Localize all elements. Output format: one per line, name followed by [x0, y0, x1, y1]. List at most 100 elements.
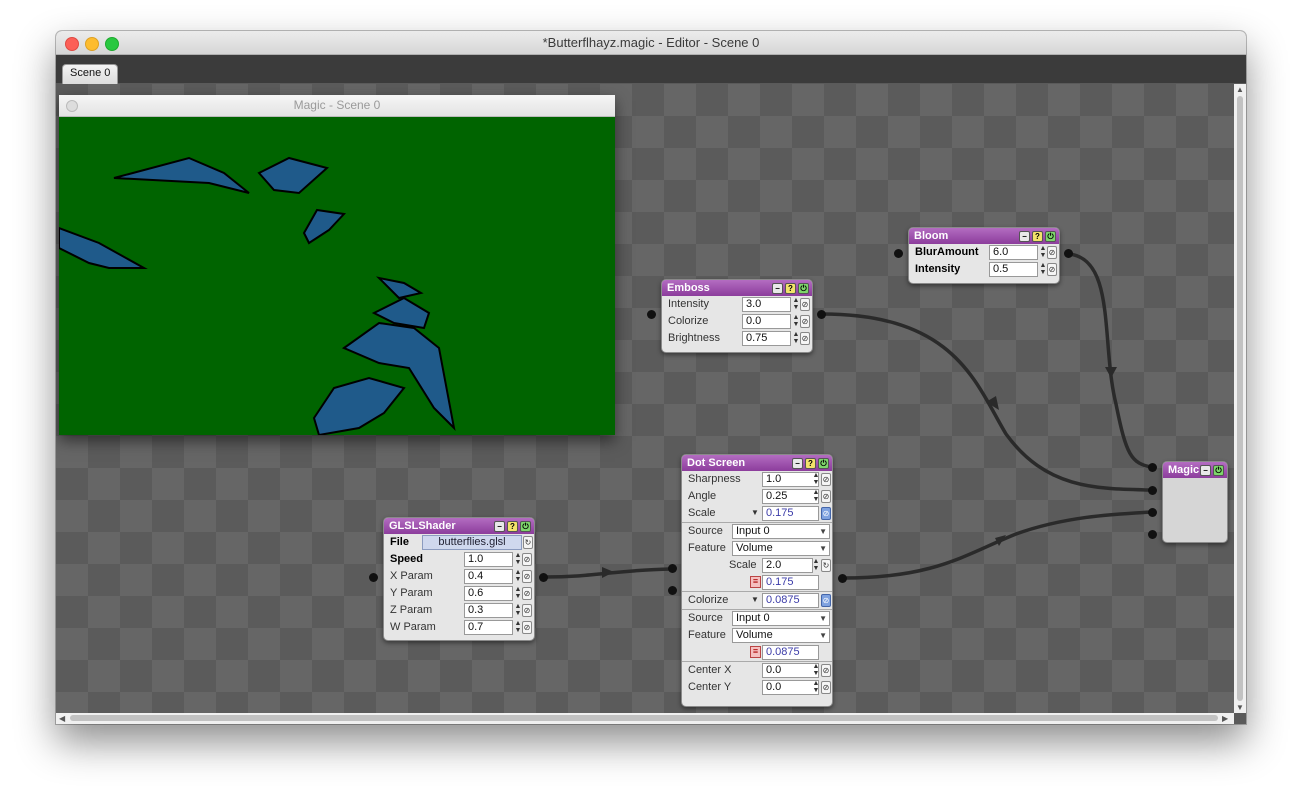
- scale-field[interactable]: 0.175: [762, 506, 819, 521]
- scale-feature-dropdown[interactable]: Volume ▼: [732, 541, 830, 556]
- stepper-icon[interactable]: ▲ ▼: [812, 663, 820, 677]
- link-icon[interactable]: ⊘: [800, 332, 810, 345]
- x-param-field[interactable]: 0.4: [464, 569, 513, 584]
- disclosure-triangle-icon[interactable]: ▼: [751, 508, 759, 517]
- bloom-node-header[interactable]: Bloom −? ⏻: [909, 228, 1059, 244]
- link-icon[interactable]: ⊘: [800, 298, 810, 311]
- magic-input-port[interactable]: [1148, 486, 1157, 495]
- link-icon[interactable]: ⊘: [821, 507, 831, 520]
- sharpness-field[interactable]: 1.0: [762, 472, 819, 487]
- link-icon[interactable]: ⊘: [1047, 246, 1057, 259]
- bloom-node[interactable]: Bloom −? ⏻ BlurAmount 6.0 ▲ ▼ ⊘ Intensity …: [908, 227, 1060, 284]
- magic-input-port[interactable]: [1148, 530, 1157, 539]
- minus-icon[interactable]: −: [792, 458, 803, 469]
- link-icon[interactable]: ⊘: [522, 621, 532, 634]
- scroll-right-icon[interactable]: ▶: [1222, 714, 1228, 723]
- stepper-icon[interactable]: ▲ ▼: [1039, 245, 1047, 259]
- dot-screen-node[interactable]: Dot Screen −? ⏻ Sharpness 1.0 ▲ ▼ ⊘ Angle …: [681, 454, 833, 707]
- magic-node-header[interactable]: Magic − ⏻: [1163, 462, 1227, 478]
- z-param-field[interactable]: 0.3: [464, 603, 513, 618]
- angle-field[interactable]: 0.25: [762, 489, 819, 504]
- link-icon[interactable]: ⊘: [821, 490, 831, 503]
- link-icon[interactable]: ⊘: [522, 604, 532, 617]
- disclosure-triangle-icon[interactable]: ▼: [751, 595, 759, 604]
- horizontal-scrollbar[interactable]: ◀ ▶: [56, 713, 1234, 724]
- power-icon[interactable]: ⏻: [1045, 231, 1056, 242]
- help-icon[interactable]: ?: [507, 521, 518, 532]
- intensity-field[interactable]: 3.0: [742, 297, 791, 312]
- stepper-icon[interactable]: ▲ ▼: [514, 569, 522, 583]
- emboss-input-port[interactable]: [647, 310, 656, 319]
- colorize-field[interactable]: 0.0875: [762, 593, 819, 608]
- emboss-node-header[interactable]: Emboss −? ⏻: [662, 280, 812, 296]
- wire-bloom-magic[interactable]: [1068, 252, 1153, 469]
- link-icon[interactable]: ⊘: [821, 664, 831, 677]
- blur-amount-field[interactable]: 6.0: [989, 245, 1038, 260]
- magic-input-port[interactable]: [1148, 508, 1157, 517]
- w-param-field[interactable]: 0.7: [464, 620, 513, 635]
- colorize-result-field[interactable]: 0.0875: [762, 645, 819, 660]
- y-param-field[interactable]: 0.6: [464, 586, 513, 601]
- scroll-down-icon[interactable]: ▼: [1236, 703, 1244, 712]
- scale-source-dropdown[interactable]: Input 0 ▼: [732, 524, 830, 539]
- help-icon[interactable]: ?: [1032, 231, 1043, 242]
- horizontal-scroll-thumb[interactable]: [70, 715, 1218, 721]
- glslshader-output-port[interactable]: [539, 573, 548, 582]
- link-icon[interactable]: ⊘: [800, 315, 810, 328]
- power-icon[interactable]: ⏻: [798, 283, 809, 294]
- wire-dotscreen-magic[interactable]: [842, 510, 1153, 580]
- expression-icon[interactable]: ≡: [750, 646, 761, 658]
- brightness-field[interactable]: 0.75: [742, 331, 791, 346]
- link-icon[interactable]: ⊘: [522, 553, 532, 566]
- reset-icon[interactable]: ↻: [523, 536, 533, 549]
- dot-screen-node-header[interactable]: Dot Screen −? ⏻: [682, 455, 832, 471]
- dotscreen-input-port[interactable]: [668, 564, 677, 573]
- vertical-scrollbar[interactable]: ▲ ▼: [1234, 84, 1246, 713]
- file-selector[interactable]: butterflies.glsl: [422, 535, 522, 550]
- tab-scene-0[interactable]: Scene 0: [62, 64, 119, 84]
- emboss-node[interactable]: Emboss −? ⏻ Intensity 3.0 ▲ ▼ ⊘ Colorize 0…: [661, 279, 813, 353]
- stepper-icon[interactable]: ▲ ▼: [812, 558, 820, 572]
- intensity-field[interactable]: 0.5: [989, 262, 1038, 277]
- link-icon[interactable]: ⊘: [821, 594, 831, 607]
- glslshader-input-port[interactable]: [369, 573, 378, 582]
- stepper-icon[interactable]: ▲ ▼: [514, 552, 522, 566]
- scroll-left-icon[interactable]: ◀: [59, 714, 65, 723]
- help-icon[interactable]: ?: [785, 283, 796, 294]
- sub-scale-field[interactable]: 2.0: [762, 558, 813, 573]
- node-canvas[interactable]: Magic - Scene 0 Bloom − ? ⏻ BlurAmount 6…: [56, 84, 1234, 713]
- help-icon[interactable]: ?: [805, 458, 816, 469]
- colorize-field[interactable]: 0.0: [742, 314, 791, 329]
- center-y-field[interactable]: 0.0: [762, 680, 819, 695]
- bloom-output-port[interactable]: [1064, 249, 1073, 258]
- minus-icon[interactable]: −: [494, 521, 505, 532]
- stepper-icon[interactable]: ▲ ▼: [812, 680, 820, 694]
- emboss-output-port[interactable]: [817, 310, 826, 319]
- link-icon[interactable]: ⊘: [821, 473, 831, 486]
- link-icon[interactable]: ⊘: [1047, 263, 1057, 276]
- scroll-up-icon[interactable]: ▲: [1236, 85, 1244, 94]
- stepper-icon[interactable]: ▲ ▼: [792, 331, 800, 345]
- link-icon[interactable]: ⊘: [522, 570, 532, 583]
- stepper-icon[interactable]: ▲ ▼: [514, 603, 522, 617]
- dotscreen-output-port[interactable]: [838, 574, 847, 583]
- minus-icon[interactable]: −: [772, 283, 783, 294]
- magic-output-node[interactable]: Magic − ⏻: [1162, 461, 1228, 543]
- stepper-icon[interactable]: ▲ ▼: [792, 314, 800, 328]
- stepper-icon[interactable]: ▲ ▼: [1039, 262, 1047, 276]
- stepper-icon[interactable]: ▲ ▼: [792, 297, 800, 311]
- power-icon[interactable]: ⏻: [818, 458, 829, 469]
- glslshader-node[interactable]: GLSLShader −? ⏻ File butterflies.glsl ↻ S…: [383, 517, 535, 641]
- vertical-scroll-thumb[interactable]: [1237, 96, 1243, 701]
- reset-icon[interactable]: ↻: [821, 559, 831, 572]
- stepper-icon[interactable]: ▲ ▼: [514, 586, 522, 600]
- power-icon[interactable]: ⏻: [1213, 465, 1224, 476]
- power-icon[interactable]: ⏻: [520, 521, 531, 532]
- dotscreen-input-port[interactable]: [668, 586, 677, 595]
- speed-field[interactable]: 1.0: [464, 552, 513, 567]
- link-icon[interactable]: ⊘: [821, 681, 831, 694]
- minus-icon[interactable]: −: [1200, 465, 1211, 476]
- viewer-close-button[interactable]: [66, 100, 78, 112]
- colorize-feature-dropdown[interactable]: Volume ▼: [732, 628, 830, 643]
- link-icon[interactable]: ⊘: [522, 587, 532, 600]
